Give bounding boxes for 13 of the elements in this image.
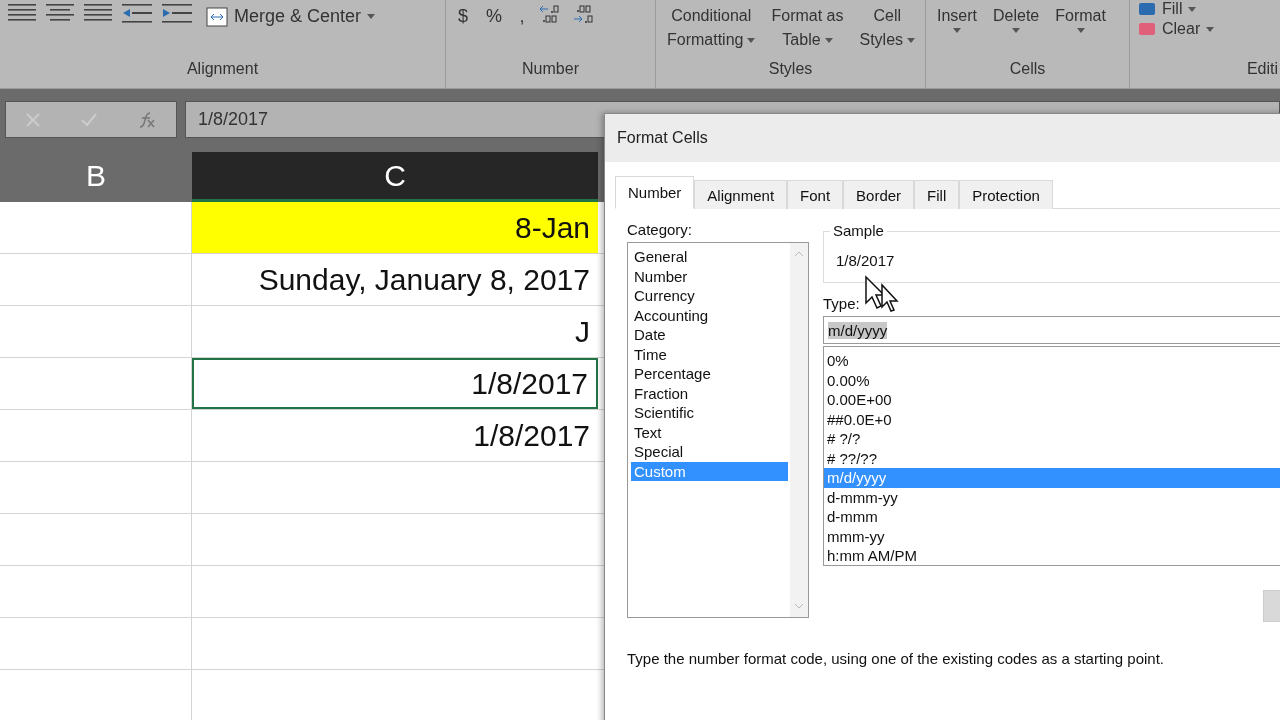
type-label: Type: bbox=[823, 295, 861, 312]
table-cell: 1/8/2017 bbox=[192, 358, 598, 409]
group-label: Number bbox=[522, 60, 579, 78]
group-label: Styles bbox=[768, 60, 813, 78]
sample-label: Sample bbox=[830, 222, 887, 239]
sample-value: 1/8/2017 bbox=[836, 252, 895, 269]
group-label: Alignment bbox=[186, 60, 259, 78]
description-text: Type the number format code, using one of the existing codes as a starting point. bbox=[626, 649, 1165, 667]
dialog-title: Format Cells bbox=[605, 114, 1280, 162]
table-cell: 8-Jan bbox=[192, 202, 598, 253]
category-label: Category: bbox=[627, 221, 694, 238]
group-label: Editi bbox=[1246, 60, 1278, 78]
group-label: Cells bbox=[1009, 60, 1046, 78]
